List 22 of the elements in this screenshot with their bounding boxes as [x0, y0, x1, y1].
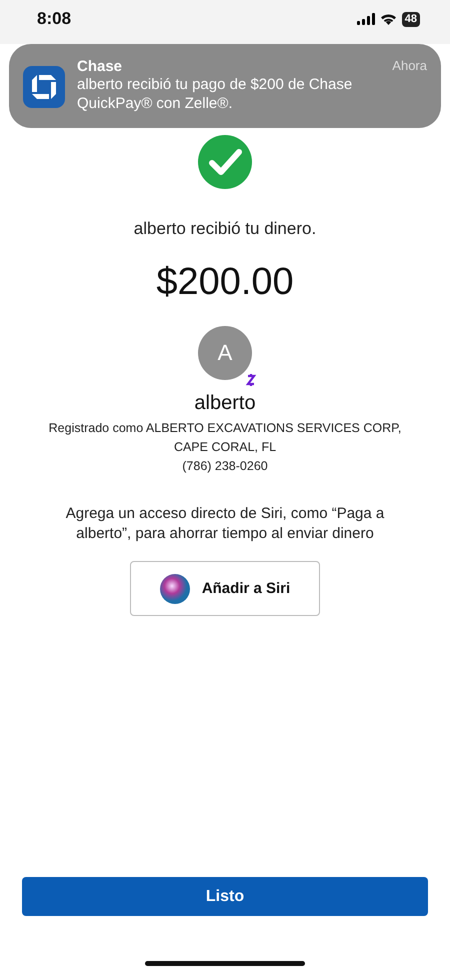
status-time: 8:08	[37, 9, 72, 29]
notification-message: alberto recibió tu pago de $200 de Chase QuickPay® con Zelle®.	[77, 75, 354, 113]
recipient-name: alberto	[194, 392, 256, 415]
siri-orb-icon	[160, 574, 190, 604]
add-to-siri-button[interactable]: Añadir a Siri	[130, 561, 320, 616]
confirmation-message: alberto recibió tu dinero.	[134, 219, 316, 239]
siri-prompt: Agrega un acceso directo de Siri, como “Paga a alberto”, para ahorrar tiempo al enviar dinero	[64, 504, 386, 544]
notification-banner[interactable]: Chase Ahora alberto recibió tu pago de $200 de Chase QuickPay® con Zelle®.	[9, 44, 441, 128]
z-badge-icon	[244, 372, 258, 388]
signal-icon	[356, 13, 375, 25]
done-button[interactable]: Listo	[22, 877, 428, 916]
notification-time: Ahora	[392, 58, 427, 75]
recipient-detail: (786) 238-0260	[182, 458, 268, 475]
notification-app-name: Chase	[77, 58, 122, 75]
bank-logo-icon	[23, 66, 65, 108]
recipient-detail: CAPE CORAL, FL	[174, 439, 276, 456]
wifi-icon	[380, 13, 397, 25]
amount: $200.00	[156, 261, 294, 304]
battery-indicator: 48	[402, 12, 420, 26]
recipient-detail: Registrado como ALBERTO EXCAVATIONS SERVICES CORP,	[48, 420, 402, 437]
avatar: A	[198, 326, 252, 380]
check-icon	[198, 135, 252, 189]
